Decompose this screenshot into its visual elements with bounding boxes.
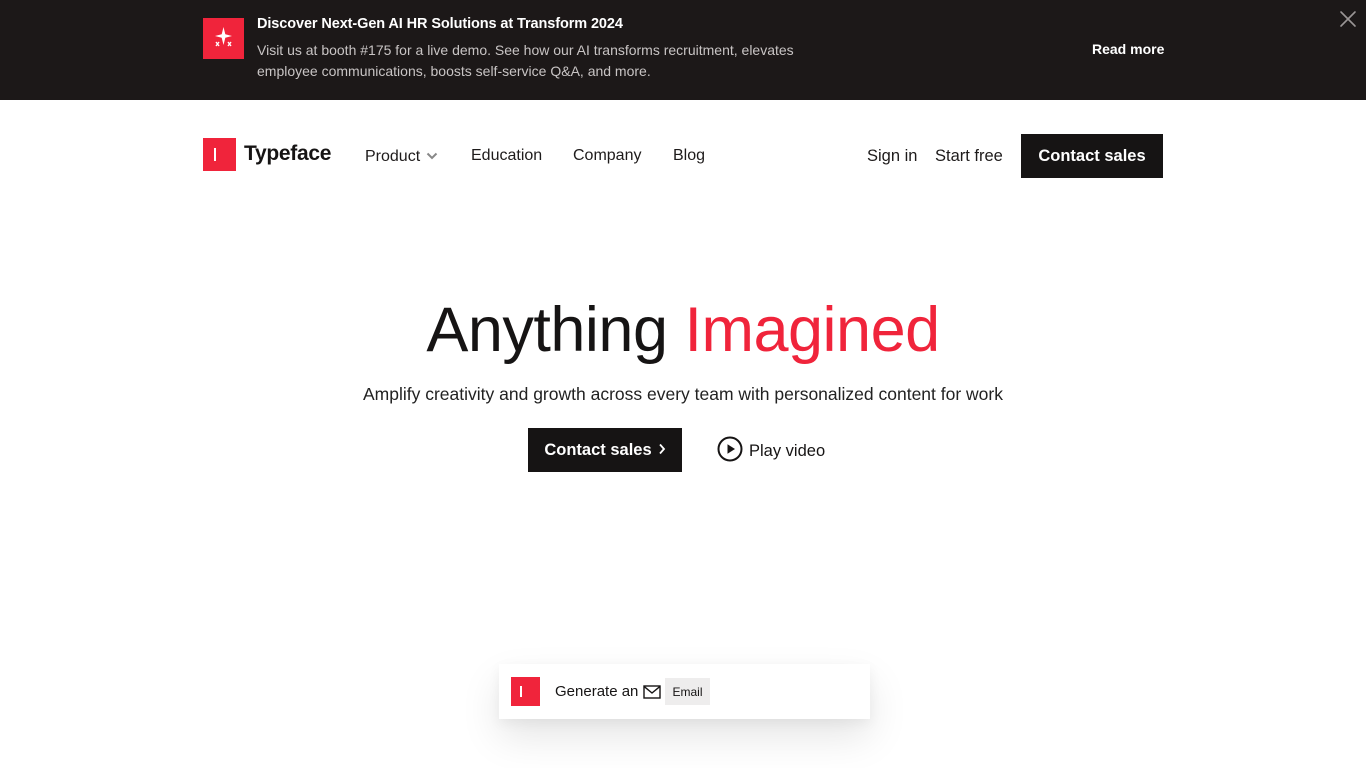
sign-in-link[interactable]: Sign in (867, 147, 917, 166)
announcement-banner: Discover Next-Gen AI HR Solutions at Tra… (0, 0, 1366, 100)
play-circle-icon (717, 436, 743, 467)
nav-item-education[interactable]: Education (471, 147, 542, 165)
sparkles-icon (203, 18, 244, 59)
close-icon[interactable] (1338, 9, 1358, 29)
hero-title: Anything Imagined (0, 294, 1366, 366)
typeface-logo-icon[interactable] (203, 138, 236, 171)
generate-label: Generate an (555, 683, 639, 700)
typeface-logo-icon (511, 677, 540, 706)
contact-sales-button[interactable]: Contact sales (1021, 134, 1163, 178)
brand-name[interactable]: Typeface (244, 142, 331, 166)
hero-title-main: Anything (426, 295, 668, 365)
banner-title: Discover Next-Gen AI HR Solutions at Tra… (257, 16, 623, 32)
nav-item-product[interactable]: Product (365, 147, 438, 166)
chevron-down-icon (426, 147, 438, 165)
nav-item-label: Product (365, 148, 421, 165)
play-video-button[interactable]: Play video (717, 436, 826, 467)
mail-icon (638, 678, 665, 705)
nav-item-company[interactable]: Company (573, 147, 641, 165)
hero-contact-sales-button[interactable]: Contact sales (528, 428, 682, 472)
nav-item-blog[interactable]: Blog (673, 147, 705, 165)
hero-subtitle: Amplify creativity and growth across eve… (363, 384, 1003, 404)
play-video-label: Play video (749, 441, 826, 460)
banner-text: Visit us at booth #175 for a live demo. … (257, 42, 794, 79)
content-type-chip[interactable]: Email (665, 678, 710, 705)
read-more-link[interactable]: Read more (1092, 41, 1164, 57)
chevron-right-icon (658, 441, 666, 460)
hero-cta-label: Contact sales (544, 440, 652, 459)
generate-widget: Generate an Email (499, 664, 870, 719)
hero-title-accent: Imagined (684, 295, 941, 365)
start-free-link[interactable]: Start free (935, 147, 1003, 166)
